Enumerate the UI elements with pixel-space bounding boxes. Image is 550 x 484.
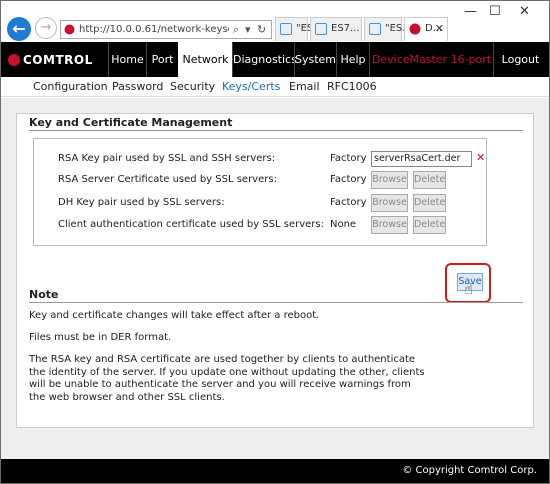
note-reboot: Key and certificate changes will take ef… bbox=[29, 310, 320, 321]
client-auth-cert-status: None bbox=[330, 219, 357, 230]
subnav-rfc1006[interactable]: RFC1006 bbox=[327, 80, 377, 93]
page-icon bbox=[280, 23, 292, 35]
client-auth-cert-label: Client authentication certificate used b… bbox=[58, 219, 324, 230]
cert-settings-box: RSA Key pair used by SSL and SSH servers… bbox=[33, 138, 487, 246]
page-icon bbox=[315, 23, 327, 35]
hand-cursor-icon: ☝ bbox=[464, 280, 474, 298]
note-rsa-explanation: The RSA key and RSA certificate are used… bbox=[29, 354, 425, 403]
subnav-security[interactable]: Security bbox=[170, 80, 215, 93]
content-area: Key and Certificate Management RSA Key p… bbox=[1, 98, 549, 459]
browser-tab[interactable]: "ES... bbox=[275, 17, 323, 41]
comtrol-logo: COMTROL bbox=[8, 53, 93, 67]
back-button[interactable]: ← bbox=[7, 17, 31, 41]
device-name: DeviceMaster 16-port bbox=[369, 42, 493, 77]
nav-port[interactable]: Port bbox=[146, 42, 178, 77]
client-auth-delete-button[interactable]: Delete bbox=[413, 216, 446, 234]
minimize-icon[interactable]: — bbox=[464, 4, 477, 19]
rsa-key-label: RSA Key pair used by SSL and SSH servers… bbox=[58, 153, 276, 164]
nav-logout[interactable]: Logout bbox=[493, 42, 547, 77]
logo-mark-icon bbox=[8, 54, 20, 66]
site-favicon-icon bbox=[64, 24, 75, 35]
nav-help[interactable]: Help bbox=[336, 42, 369, 77]
subnav-email[interactable]: Email bbox=[289, 80, 320, 93]
footer: © Copyright Comtrol Corp. bbox=[1, 459, 549, 483]
forward-button[interactable]: → bbox=[35, 17, 57, 39]
dh-key-browse-button[interactable]: Browse bbox=[371, 194, 408, 212]
search-icon[interactable]: ⌕ bbox=[233, 23, 239, 37]
browser-toolbar: ← → http://10.0.0.61/network-keyscerts.a… bbox=[1, 1, 549, 41]
rsa-key-file-input[interactable]: serverRsaCert.der bbox=[371, 151, 472, 167]
browser-tab[interactable]: "ES... bbox=[364, 17, 412, 41]
subnav-configuration[interactable]: Configuration bbox=[33, 80, 108, 93]
dh-key-delete-button[interactable]: Delete bbox=[413, 194, 446, 212]
nav-system[interactable]: System bbox=[294, 42, 336, 77]
close-window-icon[interactable]: ✕ bbox=[519, 4, 530, 19]
dh-key-label: DH Key pair used by SSL servers: bbox=[58, 197, 225, 208]
refresh-icon[interactable]: ↻ bbox=[257, 23, 266, 36]
browser-tab[interactable]: ES7... bbox=[310, 17, 362, 41]
app-header: COMTROL Home Port Network Diagnostics Sy… bbox=[1, 42, 549, 77]
remove-file-icon[interactable]: ✕ bbox=[476, 151, 485, 164]
note-title: Note bbox=[29, 288, 59, 301]
browser-tab-active[interactable]: D... ✕ bbox=[404, 17, 448, 41]
nav-network[interactable]: Network bbox=[178, 42, 232, 77]
rsa-key-status: Factory bbox=[330, 153, 367, 164]
rsa-cert-status: Factory bbox=[330, 174, 367, 185]
divider bbox=[29, 130, 523, 131]
close-tab-icon[interactable]: ✕ bbox=[435, 22, 444, 35]
key-cert-panel: Key and Certificate Management RSA Key p… bbox=[16, 113, 534, 428]
client-auth-browse-button[interactable]: Browse bbox=[371, 216, 408, 234]
subnav-password[interactable]: Password bbox=[112, 80, 163, 93]
note-der-format: Files must be in DER format. bbox=[29, 332, 172, 343]
rsa-cert-label: RSA Server Certificate used by SSL serve… bbox=[58, 174, 277, 185]
address-bar[interactable]: http://10.0.0.61/network-keyscerts.asp ⌕… bbox=[60, 20, 272, 39]
sub-nav: Configuration Password Security Keys/Cer… bbox=[1, 77, 549, 97]
divider bbox=[29, 302, 523, 303]
nav-diagnostics[interactable]: Diagnostics bbox=[232, 42, 297, 77]
nav-home[interactable]: Home bbox=[108, 42, 146, 77]
dh-key-status: Factory bbox=[330, 197, 367, 208]
comtrol-favicon-icon bbox=[409, 23, 421, 35]
rsa-cert-delete-button[interactable]: Delete bbox=[413, 171, 446, 189]
subnav-keys-certs[interactable]: Keys/Certs bbox=[222, 80, 280, 93]
browser-window: ← → http://10.0.0.61/network-keyscerts.a… bbox=[0, 0, 550, 484]
rsa-cert-browse-button[interactable]: Browse bbox=[371, 171, 408, 189]
copyright-text: © Copyright Comtrol Corp. bbox=[402, 465, 537, 476]
panel-title: Key and Certificate Management bbox=[29, 116, 233, 129]
page-icon bbox=[369, 23, 381, 35]
url-text[interactable]: http://10.0.0.61/network-keyscerts.asp bbox=[79, 24, 229, 35]
dropdown-arrow-icon[interactable]: ▾ bbox=[245, 23, 251, 36]
maximize-icon[interactable]: ☐ bbox=[489, 4, 501, 19]
